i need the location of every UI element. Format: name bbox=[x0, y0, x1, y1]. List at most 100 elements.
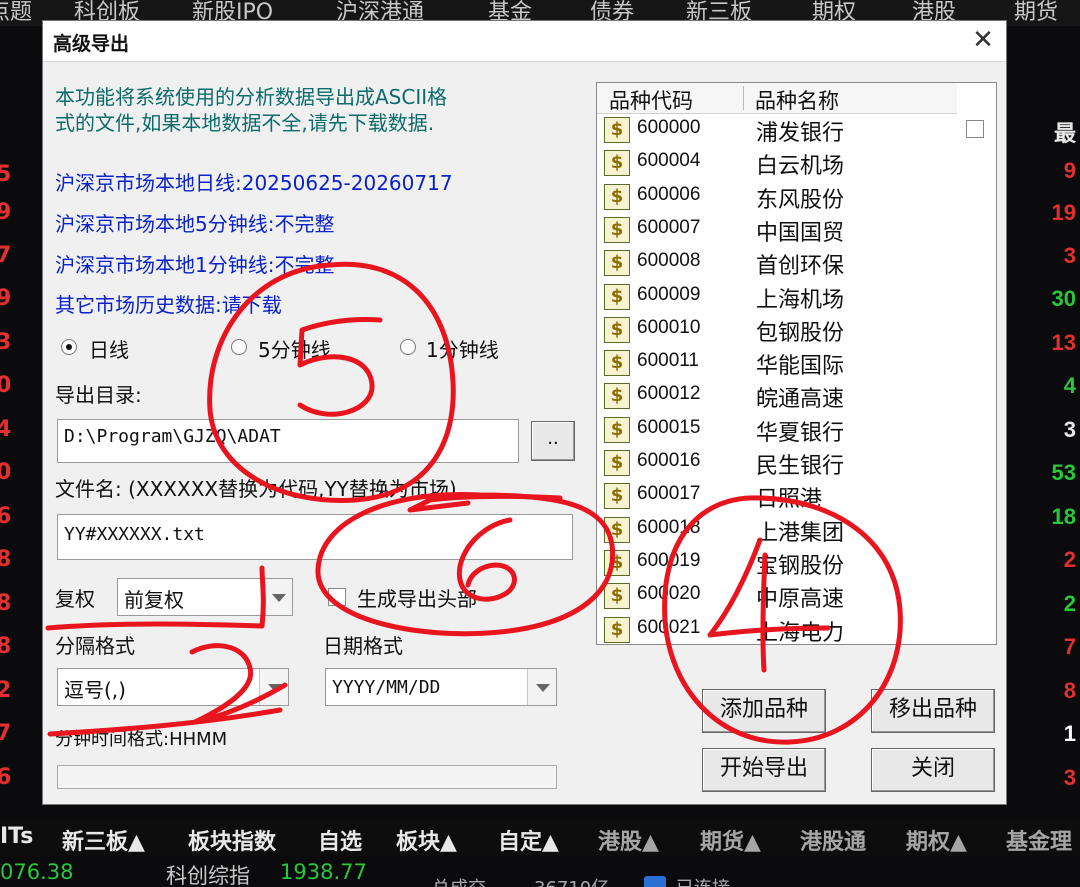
stock-code: 600015 bbox=[637, 416, 701, 438]
quote-value: 19 bbox=[1051, 200, 1076, 225]
chevron-down-icon[interactable] bbox=[263, 579, 292, 615]
browse-button[interactable]: .. bbox=[531, 421, 575, 461]
stock-code: 600010 bbox=[637, 316, 701, 338]
stock-dollar-icon: $ bbox=[604, 583, 630, 610]
minute-format-label: 分钟时间格式:HHMM bbox=[55, 729, 228, 750]
stock-name: 华夏银行 bbox=[756, 420, 845, 446]
stock-name: 民生银行 bbox=[756, 454, 845, 479]
quote-value: 0 bbox=[0, 460, 12, 485]
stock-row[interactable]: $600016 民生银行 bbox=[597, 447, 957, 480]
stock-list[interactable]: 品种代码 品种名称 $600000 浦发银行 $600004 白云机场 $600006 东… bbox=[596, 82, 997, 645]
stock-dollar-icon: $ bbox=[604, 450, 630, 476]
stock-dollar-icon: $ bbox=[604, 350, 630, 377]
quote-value: 2 bbox=[1063, 591, 1076, 616]
status-other-markets[interactable]: 其它市场历史数据:请下载 bbox=[55, 289, 282, 318]
column-divider[interactable] bbox=[743, 86, 744, 110]
bottom-tab[interactable]: 期权▲ bbox=[906, 824, 967, 856]
bottom-tab[interactable]: 板块指数 bbox=[188, 824, 276, 856]
radio-1min[interactable] bbox=[400, 339, 416, 355]
stock-row[interactable]: $600019 宝钢股份 bbox=[597, 547, 957, 580]
stock-name: 上海电力 bbox=[756, 620, 845, 645]
stock-row[interactable]: $600020 中原高速 bbox=[597, 580, 957, 613]
stock-row[interactable]: $600017 日照港 bbox=[597, 480, 957, 513]
select-all-checkbox[interactable] bbox=[966, 120, 984, 138]
stock-code: 600012 bbox=[637, 383, 701, 405]
bottom-tab[interactable]: 基金理 bbox=[1006, 824, 1072, 856]
bottom-tab[interactable]: 港股▲ bbox=[598, 824, 659, 856]
connection-status: 已连接 bbox=[676, 874, 730, 887]
stock-name: 中国国贸 bbox=[756, 220, 845, 246]
stock-row[interactable]: $600007 中国国贸 bbox=[597, 214, 957, 247]
stock-dollar-icon: $ bbox=[604, 516, 630, 543]
separator-select[interactable]: 逗号(,) bbox=[57, 668, 289, 706]
quote-value: 30 bbox=[1051, 286, 1076, 311]
stock-dollar-icon: $ bbox=[604, 316, 630, 343]
stock-row[interactable]: $600009 上海机场 bbox=[597, 281, 957, 314]
quote-value: 13 bbox=[1051, 330, 1076, 355]
chevron-down-icon[interactable] bbox=[259, 669, 288, 705]
stock-row[interactable]: $600021 上海电力 bbox=[597, 614, 957, 645]
stock-dollar-icon: $ bbox=[604, 616, 630, 643]
adjust-label: 复权 bbox=[55, 587, 95, 611]
stock-row[interactable]: $600011 华能国际 bbox=[597, 347, 957, 380]
bottom-tab[interactable]: 自定▲ bbox=[498, 824, 559, 856]
header-checkbox[interactable] bbox=[328, 588, 346, 606]
dialog-title: 高级导出 bbox=[53, 33, 130, 55]
right-quote-column: 最 9 19 3 30 13 4 3 53 18 2 2 7 8 1 3 bbox=[1003, 0, 1080, 830]
remove-stock-button[interactable]: 移出品种 bbox=[871, 689, 995, 733]
start-export-button[interactable]: 开始导出 bbox=[702, 748, 826, 792]
stock-name: 日照港 bbox=[756, 487, 823, 513]
stock-name: 首创环保 bbox=[756, 254, 845, 280]
stock-dollar-icon: $ bbox=[604, 383, 630, 410]
date-format-label: 日期格式 bbox=[323, 634, 403, 658]
radio-5min[interactable] bbox=[231, 339, 247, 355]
add-stock-button[interactable]: 添加品种 bbox=[702, 689, 826, 733]
index-name-value: 1938.77 bbox=[280, 860, 367, 884]
quote-value: 4 bbox=[1063, 373, 1076, 398]
stock-row[interactable]: $600012 皖通高速 bbox=[597, 380, 957, 413]
quote-value: 3 bbox=[0, 330, 12, 355]
close-icon[interactable]: ✕ bbox=[968, 25, 998, 55]
bottom-tab[interactable]: 自选 bbox=[318, 824, 362, 856]
quote-value: 3 bbox=[1063, 417, 1076, 442]
stock-row[interactable]: $600000 浦发银行 bbox=[597, 114, 957, 147]
list-header-code[interactable]: 品种代码 bbox=[609, 85, 693, 115]
quote-value: 8 bbox=[0, 547, 12, 572]
stock-name: 上港集团 bbox=[756, 520, 845, 546]
stock-code: 600008 bbox=[637, 250, 701, 272]
list-header-name[interactable]: 品种名称 bbox=[755, 85, 839, 115]
stock-code: 600009 bbox=[637, 283, 701, 305]
stock-row[interactable]: $600004 白云机场 bbox=[597, 147, 957, 180]
date-format-select[interactable]: YYYY/MM/DD bbox=[325, 668, 557, 706]
bottom-tab[interactable]: 新三板▲ bbox=[62, 824, 145, 856]
export-dir-input[interactable]: D:\Program\GJZQ\ADAT bbox=[57, 419, 519, 463]
bottom-tab[interactable]: 期货▲ bbox=[700, 824, 761, 856]
total-label: 总成交 bbox=[432, 874, 486, 887]
quote-value: 8 bbox=[1063, 678, 1076, 703]
quote-value: 9 bbox=[0, 286, 12, 311]
chevron-down-icon[interactable] bbox=[527, 669, 556, 705]
list-header: 品种代码 品种名称 bbox=[597, 83, 957, 114]
adjust-select[interactable]: 前复权 bbox=[117, 578, 293, 616]
filename-input[interactable]: YY#XXXXXX.txt bbox=[57, 514, 573, 560]
stock-row[interactable]: $600006 东风股份 bbox=[597, 181, 957, 214]
stock-row[interactable]: $600018 上港集团 bbox=[597, 514, 957, 547]
stock-dollar-icon: $ bbox=[604, 283, 630, 310]
connection-icon bbox=[644, 876, 666, 887]
radio-5min-label: 5分钟线 bbox=[258, 338, 331, 362]
stock-row[interactable]: $600008 首创环保 bbox=[597, 247, 957, 280]
bottom-tab[interactable]: 板块▲ bbox=[396, 824, 457, 856]
bottom-tab-bar: ITs 新三板▲ 板块指数 自选 板块▲ 自定▲ 港股▲ 期货▲ 港股通 期权▲ 基金理 bbox=[0, 820, 1080, 856]
bottom-tab[interactable]: 港股通 bbox=[800, 824, 866, 856]
stock-name: 包钢股份 bbox=[756, 320, 845, 346]
stock-dollar-icon: $ bbox=[604, 183, 630, 210]
stock-row[interactable]: $600010 包钢股份 bbox=[597, 314, 957, 347]
radio-daily[interactable] bbox=[61, 339, 77, 355]
total-value: 36710亿 bbox=[534, 874, 609, 887]
quote-value: 7 bbox=[1063, 634, 1076, 659]
close-button[interactable]: 关闭 bbox=[871, 748, 995, 792]
stock-row[interactable]: $600015 华夏银行 bbox=[597, 414, 957, 447]
stock-code: 600000 bbox=[637, 117, 701, 138]
quote-value: 1 bbox=[1063, 721, 1076, 746]
bottom-tab[interactable]: ITs bbox=[0, 824, 33, 849]
